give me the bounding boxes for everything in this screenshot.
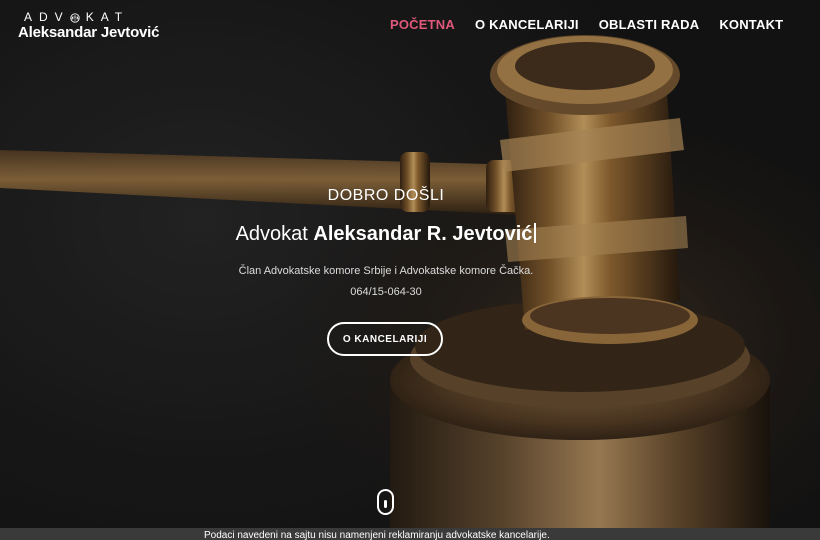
- main-nav: POČETNA O KANCELARIJI OBLASTI RADA KONTA…: [390, 17, 803, 32]
- typing-cursor: [534, 223, 537, 243]
- nav-item-pocetna[interactable]: POČETNA: [390, 17, 455, 32]
- nav-item-kontakt[interactable]: KONTAKT: [719, 17, 783, 32]
- mouse-scroll-icon[interactable]: [377, 489, 394, 515]
- site-logo[interactable]: ADV KAT Aleksandar Jevtović: [18, 10, 159, 41]
- logo-name: Aleksandar Jevtović: [18, 24, 160, 41]
- hero-section: ADV KAT Aleksandar Jevtović POČETNA O KA…: [0, 0, 820, 540]
- logo-tagline-start: ADV: [24, 10, 70, 24]
- headline-prefix: Advokat: [235, 223, 314, 245]
- scales-emblem-icon: [70, 12, 80, 23]
- disclaimer-bar: Podaci navedeni na sajtu nisu namenjeni …: [0, 528, 820, 540]
- logo-tagline: ADV KAT: [18, 10, 159, 24]
- logo-tagline-end: KAT: [85, 10, 130, 24]
- hero-headline: Advokat Aleksandar R. Jevtović: [0, 223, 772, 246]
- headline-name: Aleksandar R. Jevtović: [313, 223, 533, 245]
- nav-item-oblasti-rada[interactable]: OBLASTI RADA: [599, 17, 700, 32]
- o-kancelariji-button[interactable]: O KANCELARIJI: [327, 322, 443, 356]
- membership-text: Član Advokatske komore Srbije i Advokats…: [238, 265, 534, 277]
- welcome-heading: DOBRO DOŠLI: [327, 187, 445, 204]
- phone-number: 064/15-064-30: [350, 286, 422, 298]
- mouse-wheel: [384, 500, 387, 508]
- nav-item-o-kancelariji[interactable]: O KANCELARIJI: [475, 17, 579, 32]
